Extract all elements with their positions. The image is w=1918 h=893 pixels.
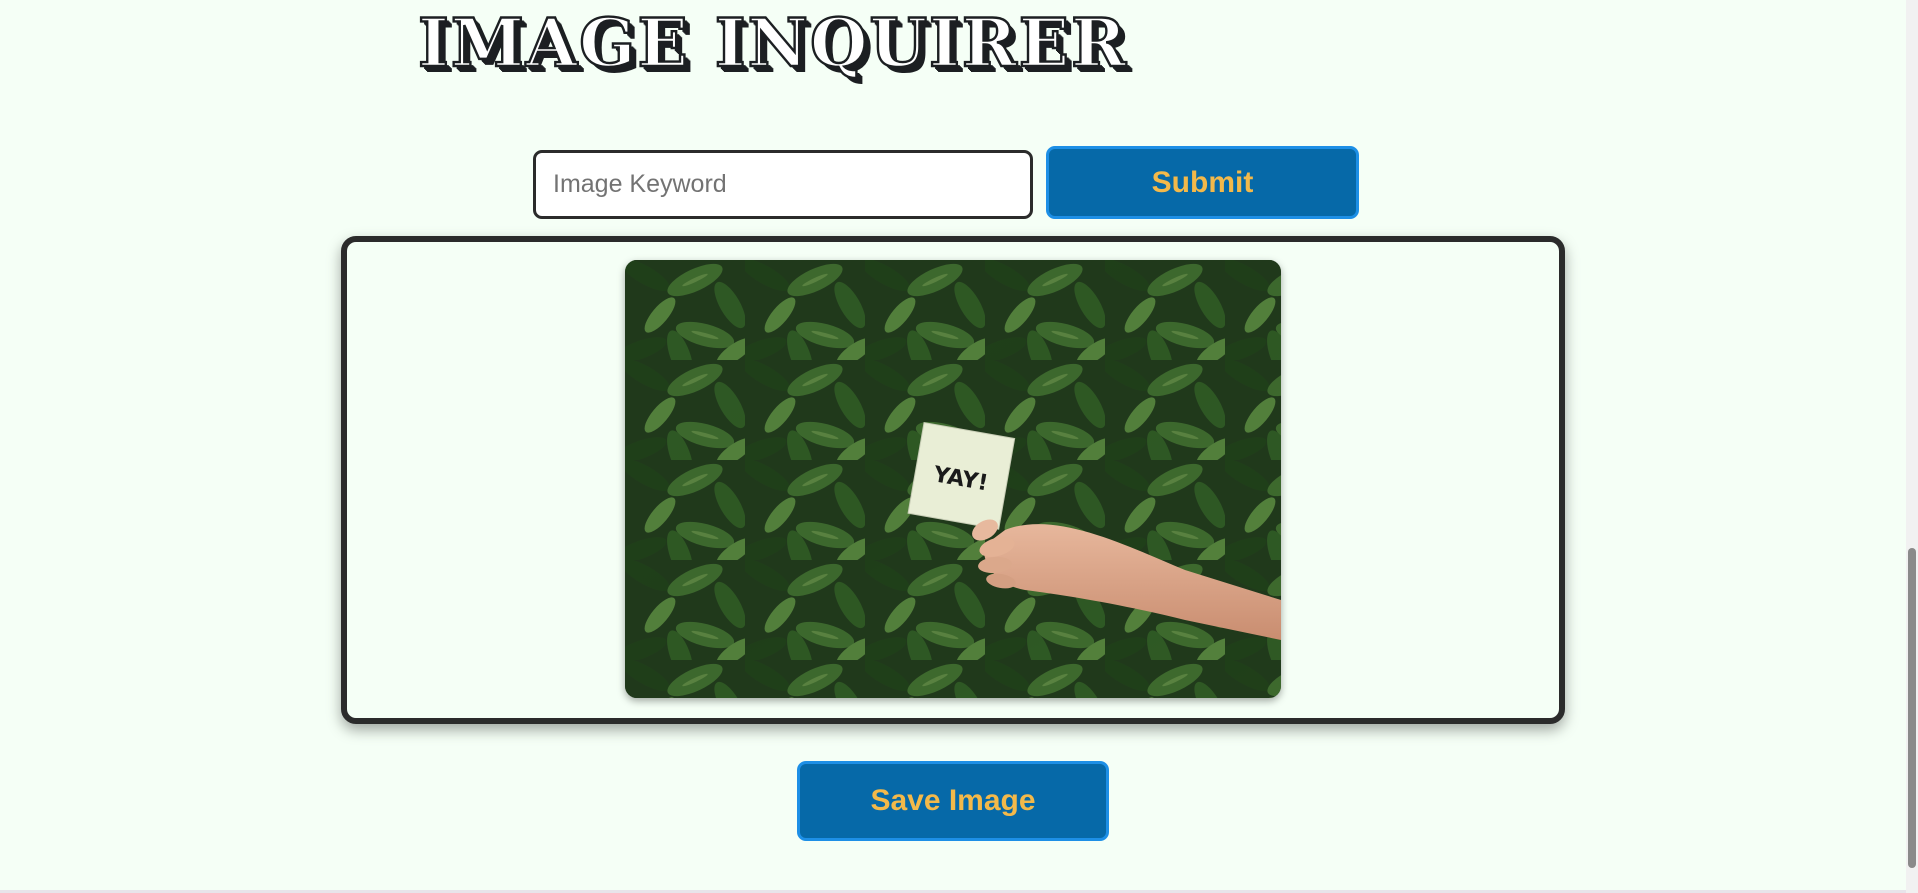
result-image-graphic: YAY!	[625, 260, 1281, 698]
scrollbar-thumb[interactable]	[1908, 548, 1916, 868]
vertical-scrollbar[interactable]	[1906, 0, 1918, 893]
keyword-input[interactable]	[533, 150, 1033, 219]
page-title: IMAGE INQUIRER	[417, 4, 1128, 82]
page: IMAGE INQUIRER Submit	[0, 0, 1918, 893]
search-form: Submit	[533, 146, 1359, 220]
save-image-button[interactable]: Save Image	[797, 761, 1109, 841]
submit-button[interactable]: Submit	[1046, 146, 1359, 219]
result-image: YAY!	[625, 260, 1281, 698]
image-result-frame: YAY!	[341, 236, 1565, 724]
